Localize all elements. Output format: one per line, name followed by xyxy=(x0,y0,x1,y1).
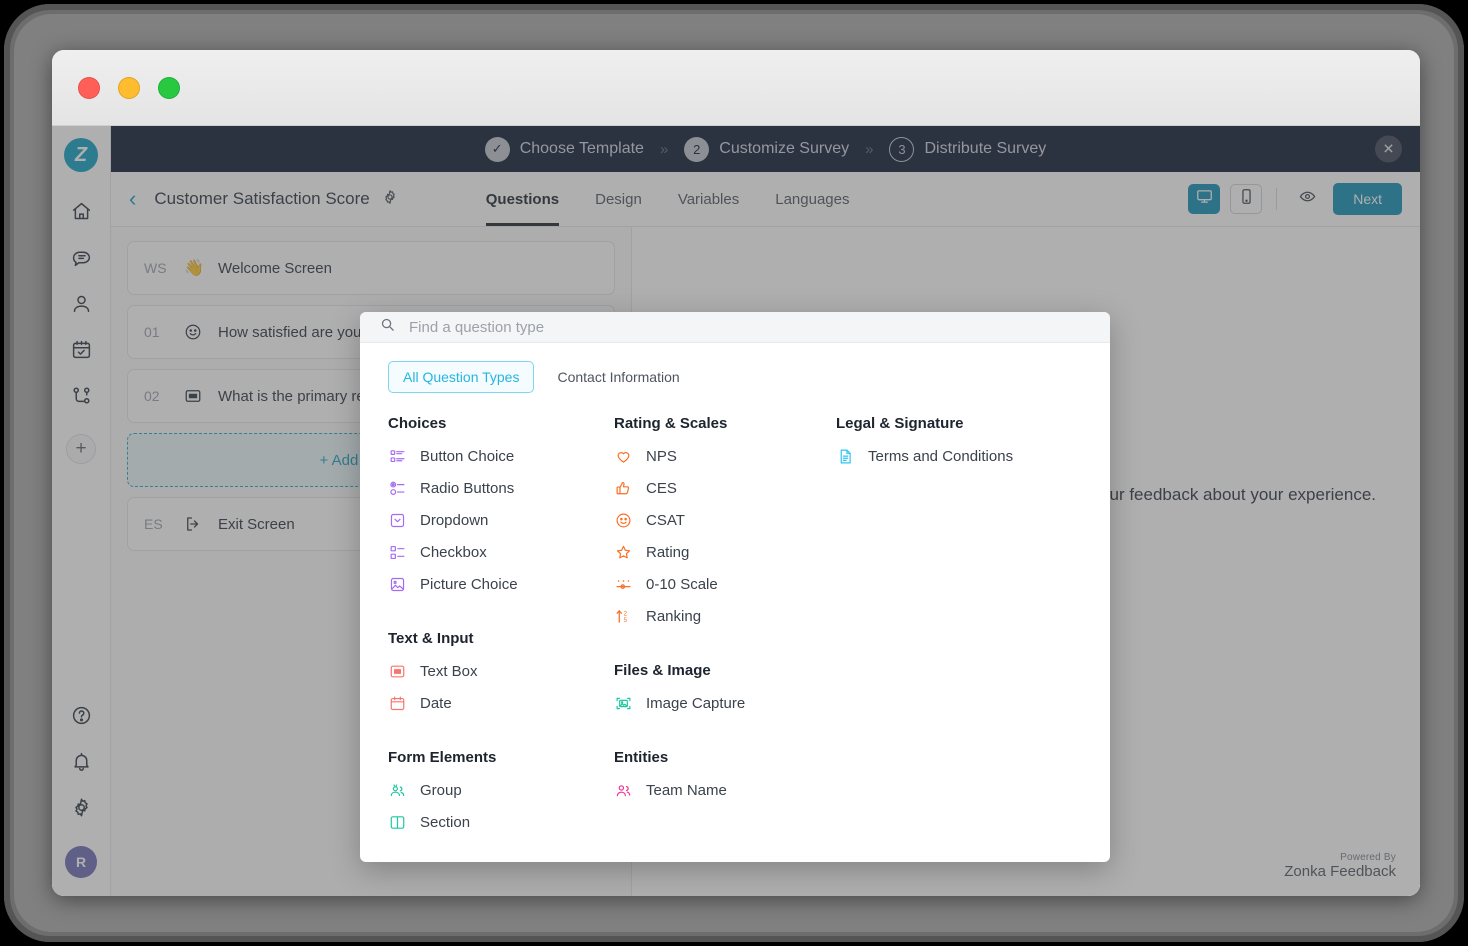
qtype-label: NPS xyxy=(646,448,677,465)
qtype-label: Button Choice xyxy=(420,448,514,465)
qtype-label: Ranking xyxy=(646,608,701,625)
qtype-label: Text Box xyxy=(420,663,478,680)
qtype-group[interactable]: Group xyxy=(388,774,614,806)
group-title-legal-signature: Legal & Signature xyxy=(836,415,1082,432)
radio-buttons-icon xyxy=(388,479,406,497)
app-root: Z xyxy=(52,126,1420,896)
document-icon xyxy=(836,447,854,465)
filter-contact-information[interactable]: Contact Information xyxy=(542,361,694,393)
group-title-text-input: Text & Input xyxy=(388,630,614,647)
qtype-label: CSAT xyxy=(646,512,685,529)
question-type-filters: All Question Types Contact Information xyxy=(360,343,1110,397)
picture-choice-icon xyxy=(388,575,406,593)
qtype-picture-choice[interactable]: Picture Choice xyxy=(388,568,614,600)
search-icon xyxy=(380,317,395,337)
window-minimize-button[interactable] xyxy=(118,77,140,99)
qtype-rating[interactable]: Rating xyxy=(614,536,836,568)
smiley-icon xyxy=(614,511,632,529)
qtype-button-choice[interactable]: Button Choice xyxy=(388,440,614,472)
group-icon xyxy=(388,781,406,799)
question-type-search-bar xyxy=(360,312,1110,343)
image-capture-icon xyxy=(614,694,632,712)
filter-all-question-types[interactable]: All Question Types xyxy=(388,361,534,393)
qtype-label: Dropdown xyxy=(420,512,488,529)
qtype-label: Rating xyxy=(646,544,689,561)
ranking-icon: 2 5 xyxy=(614,607,632,625)
group-title-choices: Choices xyxy=(388,415,614,432)
qtype-label: Image Capture xyxy=(646,695,745,712)
section-icon xyxy=(388,813,406,831)
window-maximize-button[interactable] xyxy=(158,77,180,99)
question-type-column-2: Rating & Scales NPS xyxy=(614,405,836,838)
group-title-files-image: Files & Image xyxy=(614,662,836,679)
qtype-image-capture[interactable]: Image Capture xyxy=(614,687,836,719)
question-type-column-3: Legal & Signature Terms and Conditions xyxy=(836,405,1082,838)
date-icon xyxy=(388,694,406,712)
qtype-dropdown[interactable]: Dropdown xyxy=(388,504,614,536)
qtype-section[interactable]: Section xyxy=(388,806,614,838)
qtype-checkbox[interactable]: Checkbox xyxy=(388,536,614,568)
qtype-label: Checkbox xyxy=(420,544,487,561)
qtype-label: Team Name xyxy=(646,782,727,799)
button-choice-icon xyxy=(388,447,406,465)
slider-icon xyxy=(614,575,632,593)
browser-window: Z xyxy=(52,50,1420,896)
dropdown-icon xyxy=(388,511,406,529)
qtype-label: Terms and Conditions xyxy=(868,448,1013,465)
qtype-ces[interactable]: CES xyxy=(614,472,836,504)
qtype-label: Group xyxy=(420,782,462,799)
qtype-0-10-scale[interactable]: 0-10 Scale xyxy=(614,568,836,600)
qtype-label: 0-10 Scale xyxy=(646,576,718,593)
qtype-ranking[interactable]: 2 5 Ranking xyxy=(614,600,836,632)
qtype-label: CES xyxy=(646,480,677,497)
qtype-label: Picture Choice xyxy=(420,576,518,593)
search-input[interactable] xyxy=(409,319,1090,336)
svg-text:5: 5 xyxy=(623,617,627,624)
window-close-button[interactable] xyxy=(78,77,100,99)
qtype-date[interactable]: Date xyxy=(388,687,614,719)
qtype-radio-buttons[interactable]: Radio Buttons xyxy=(388,472,614,504)
heart-icon xyxy=(614,447,632,465)
qtype-terms-and-conditions[interactable]: Terms and Conditions xyxy=(836,440,1082,472)
team-icon xyxy=(614,781,632,799)
qtype-csat[interactable]: CSAT xyxy=(614,504,836,536)
checkbox-icon xyxy=(388,543,406,561)
group-title-entities: Entities xyxy=(614,749,836,766)
thumbs-up-icon xyxy=(614,479,632,497)
star-icon xyxy=(614,543,632,561)
question-type-grid: Choices Button Choice xyxy=(360,397,1110,862)
question-type-column-1: Choices Button Choice xyxy=(388,405,614,838)
window-titlebar xyxy=(52,50,1420,126)
svg-text:2: 2 xyxy=(623,610,627,617)
qtype-text-box[interactable]: Text Box xyxy=(388,655,614,687)
group-title-rating-scales: Rating & Scales xyxy=(614,415,836,432)
group-title-form-elements: Form Elements xyxy=(388,749,614,766)
qtype-label: Radio Buttons xyxy=(420,480,514,497)
qtype-team-name[interactable]: Team Name xyxy=(614,774,836,806)
text-box-icon xyxy=(388,662,406,680)
qtype-nps[interactable]: NPS xyxy=(614,440,836,472)
question-type-picker-modal: All Question Types Contact Information C… xyxy=(360,312,1110,862)
qtype-label: Date xyxy=(420,695,452,712)
qtype-label: Section xyxy=(420,814,470,831)
